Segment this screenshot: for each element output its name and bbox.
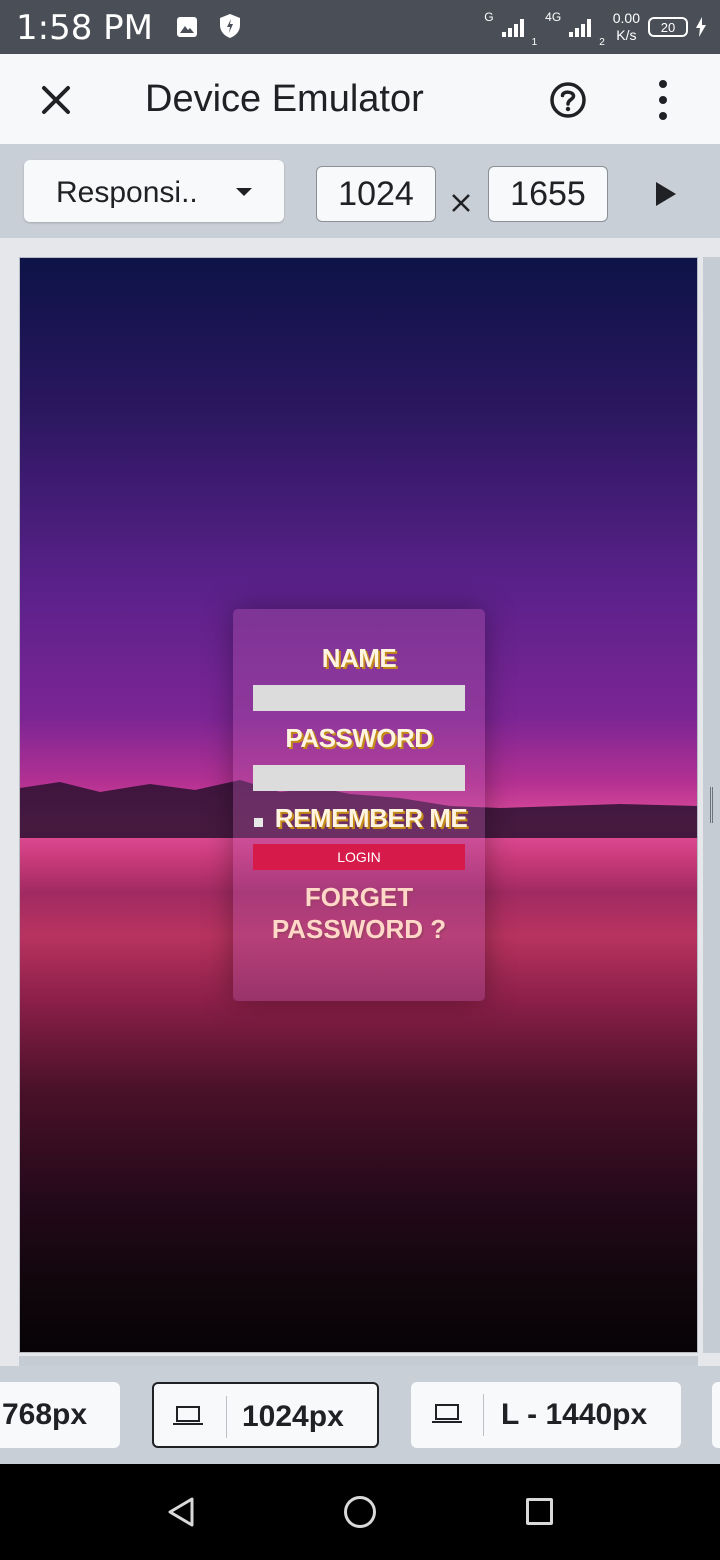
signal-icon	[501, 17, 524, 37]
chip-label: 768px	[2, 1398, 88, 1431]
battery-level: 20	[660, 19, 676, 35]
sim2-label: 2	[599, 37, 605, 48]
shield-icon	[220, 14, 240, 38]
dropdown-caret-icon	[236, 188, 252, 196]
chip-divider	[226, 1396, 227, 1438]
speed-value: 0.00	[612, 10, 640, 26]
emulator-viewport: NAME PASSWORD REMEMBER ME LOGIN FORGET P…	[0, 238, 720, 1366]
laptop-icon	[173, 1406, 203, 1425]
sim1-label: 1	[531, 37, 538, 48]
times-icon	[452, 194, 470, 212]
password-input[interactable]	[253, 765, 465, 791]
login-card: NAME PASSWORD REMEMBER ME LOGIN FORGET P…	[233, 609, 485, 1001]
chip-768[interactable]: 768px	[0, 1382, 120, 1448]
remember-label: REMEMBER ME	[274, 803, 468, 833]
width-input[interactable]: 1024	[316, 166, 436, 222]
charging-icon	[696, 17, 706, 37]
device-select-label: Responsi..	[56, 176, 198, 209]
laptop-icon	[432, 1404, 462, 1423]
more-vert-icon[interactable]	[650, 78, 676, 122]
app-title: Device Emulator	[145, 78, 424, 120]
network-type-label: G	[484, 10, 494, 24]
login-button[interactable]: LOGIN	[253, 844, 465, 870]
signal-icon	[569, 17, 592, 37]
vertical-resize-handle[interactable]	[703, 257, 720, 1353]
battery-icon: 20	[648, 17, 688, 37]
chip-label: 1024px	[242, 1400, 344, 1433]
chip-divider	[483, 1394, 484, 1436]
device-select[interactable]: Responsi..	[24, 160, 284, 222]
play-icon[interactable]	[656, 182, 676, 206]
emulator-toolbar: Responsi.. 1024 1655	[0, 144, 720, 238]
image-icon	[177, 17, 197, 37]
name-input[interactable]	[253, 685, 465, 711]
chip-1024[interactable]: 1024px	[152, 1382, 379, 1448]
status-time: 1:58 PM	[16, 8, 153, 48]
home-icon[interactable]	[344, 1496, 376, 1528]
close-icon[interactable]	[36, 80, 76, 120]
app-bar: Device Emulator	[0, 54, 720, 144]
chip-1440[interactable]: L - 1440px	[411, 1382, 681, 1448]
password-label: PASSWORD	[285, 723, 433, 753]
network-4g-label: 4G	[545, 10, 562, 24]
forget-line1: FORGET	[304, 882, 414, 912]
chip-next[interactable]	[712, 1382, 720, 1448]
back-icon[interactable]	[166, 1496, 196, 1528]
chip-label: L - 1440px	[501, 1398, 648, 1431]
forget-line2: PASSWORD ?	[271, 914, 447, 944]
emulated-page: NAME PASSWORD REMEMBER ME LOGIN FORGET P…	[19, 257, 698, 1353]
forget-password-link[interactable]: FORGET PASSWORD ?	[233, 881, 485, 945]
name-label: NAME	[321, 643, 397, 673]
speed-unit: K/s	[616, 27, 637, 43]
status-indicators: G 1 4G 2 0.00 K/s 20	[484, 6, 706, 48]
grip-icon	[710, 787, 713, 823]
device-size-chips: 768px 1024px L - 1440px	[0, 1366, 720, 1464]
network-speed: 0.00 K/s	[613, 10, 640, 44]
help-icon[interactable]	[548, 80, 588, 120]
recents-icon[interactable]	[526, 1498, 553, 1525]
status-bar: 1:58 PM G 1 4G 2 0.00 K/s 20	[0, 0, 720, 54]
nav-bar	[0, 1464, 720, 1560]
horizontal-resize-handle[interactable]	[19, 1356, 698, 1366]
height-input[interactable]: 1655	[488, 166, 608, 222]
